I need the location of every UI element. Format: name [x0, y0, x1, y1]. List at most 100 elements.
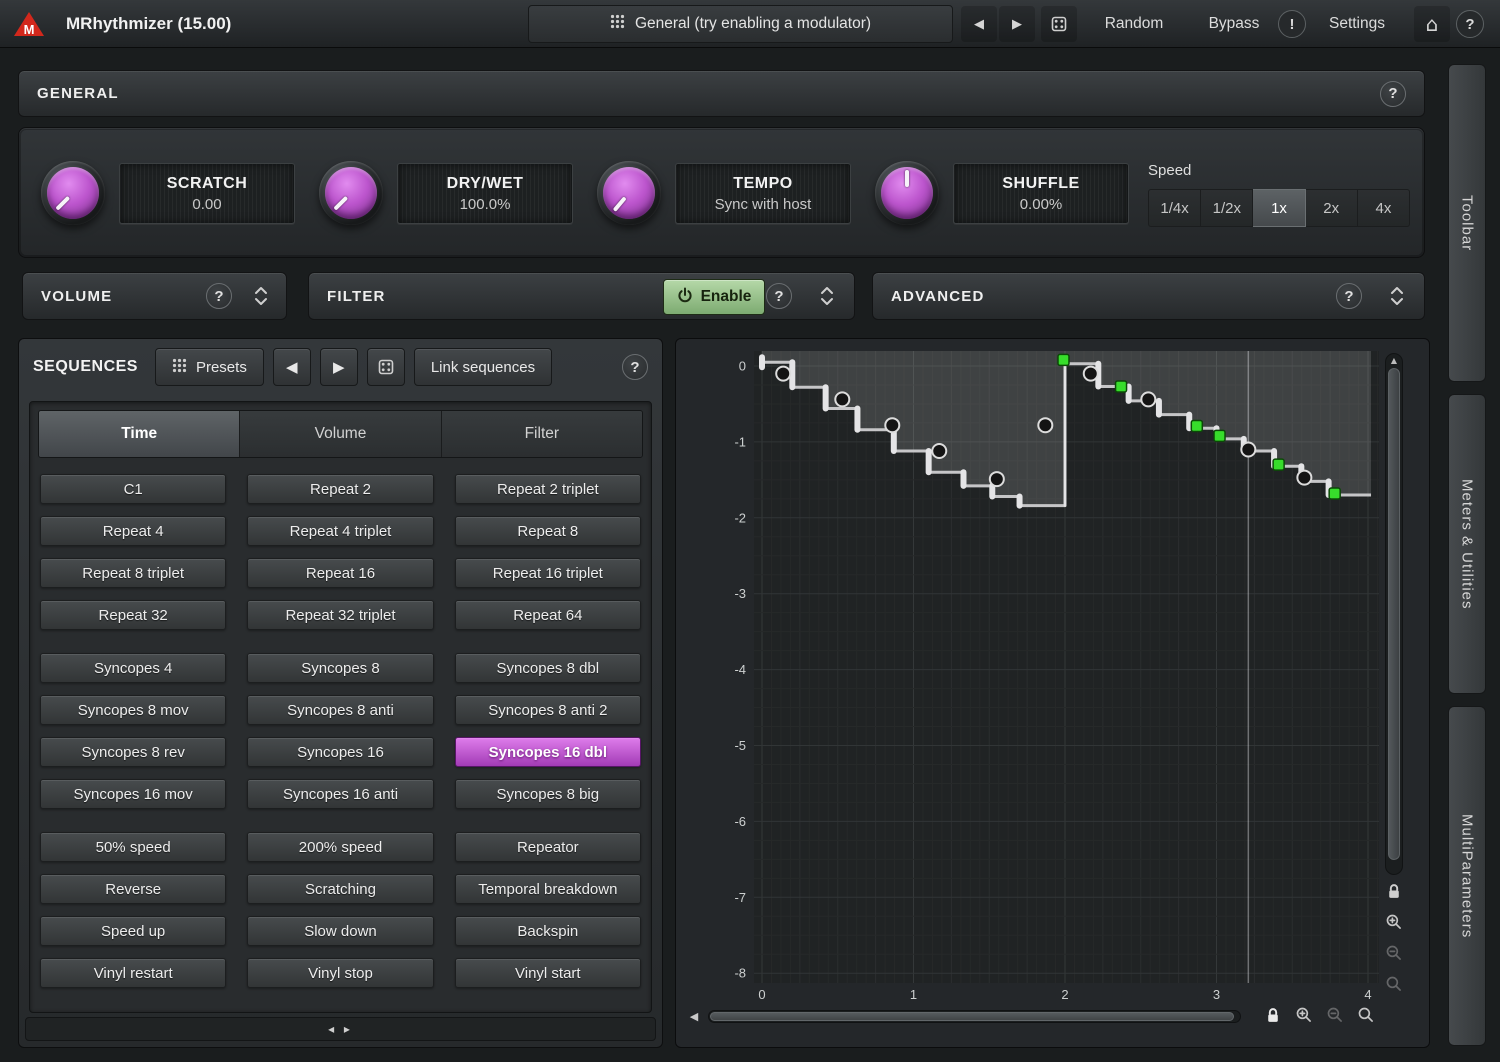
zoom-out-vertical-icon[interactable]: [1382, 941, 1406, 965]
general-help-button[interactable]: ?: [1380, 81, 1406, 107]
bypass-button[interactable]: Bypass: [1196, 6, 1272, 42]
sequence-preset-repeat-64[interactable]: Repeat 64: [455, 600, 641, 630]
graph-vscrollbar[interactable]: ▲: [1385, 353, 1403, 875]
sequence-preset-repeat-8-triplet[interactable]: Repeat 8 triplet: [40, 558, 226, 588]
zoom-out-horizontal-icon[interactable]: [1323, 1003, 1347, 1027]
vscroll-thumb[interactable]: [1388, 368, 1400, 860]
sequence-preset-repeat-2-triplet[interactable]: Repeat 2 triplet: [455, 474, 641, 504]
help-button[interactable]: ?: [1456, 10, 1484, 38]
tab-volume[interactable]: Volume: [240, 411, 441, 457]
sequence-preset-syncopes-16-dbl[interactable]: Syncopes 16 dbl: [455, 737, 641, 767]
drywet-knob[interactable]: [319, 161, 383, 225]
sequence-preset-syncopes-16-mov[interactable]: Syncopes 16 mov: [40, 779, 226, 809]
sequence-preset-temporal-breakdown[interactable]: Temporal breakdown: [455, 874, 641, 904]
speed-option-2x[interactable]: 2x: [1306, 189, 1358, 227]
sequences-next-button[interactable]: ▶: [320, 348, 358, 386]
volume-section-header[interactable]: VOLUME ?: [22, 272, 287, 320]
volume-collapse-control[interactable]: [250, 284, 272, 308]
sequence-preset-syncopes-8-rev[interactable]: Syncopes 8 rev: [40, 737, 226, 767]
filter-section-header[interactable]: FILTER Enable ?: [308, 272, 855, 320]
home-icon[interactable]: ⌂: [1414, 6, 1450, 42]
sequences-hscrollbar[interactable]: ◂ ▸: [25, 1017, 656, 1041]
drywet-display[interactable]: DRY/WET 100.0%: [397, 163, 573, 224]
sequence-preset-repeat-4-triplet[interactable]: Repeat 4 triplet: [247, 516, 433, 546]
scratch-knob[interactable]: [41, 161, 105, 225]
filter-help-button[interactable]: ?: [766, 283, 792, 309]
tempo-display[interactable]: TEMPO Sync with host: [675, 163, 851, 224]
speed-option-1x[interactable]: 1x: [1253, 189, 1305, 227]
speed-option-4x[interactable]: 4x: [1358, 189, 1410, 227]
sequence-preset-vinyl-restart[interactable]: Vinyl restart: [40, 958, 226, 988]
sequence-preset-repeator[interactable]: Repeator: [455, 832, 641, 862]
speed-option-14x[interactable]: 1/4x: [1148, 189, 1201, 227]
tab-multiparameters[interactable]: MultiParameters: [1448, 706, 1486, 1046]
sequence-preset-repeat-16-triplet[interactable]: Repeat 16 triplet: [455, 558, 641, 588]
sequence-preset-200-speed[interactable]: 200% speed: [247, 832, 433, 862]
scratch-display[interactable]: SCRATCH 0.00: [119, 163, 295, 224]
zoom-reset-icon[interactable]: [1354, 1003, 1378, 1027]
hscroll-thumb[interactable]: [710, 1012, 1234, 1021]
random-preset-dice-icon[interactable]: [1041, 6, 1077, 42]
tab-time[interactable]: Time: [39, 411, 240, 457]
sequences-presets-button[interactable]: Presets: [155, 348, 264, 386]
panic-exclamation-button[interactable]: !: [1278, 10, 1306, 38]
sequence-preset-repeat-32[interactable]: Repeat 32: [40, 600, 226, 630]
sequence-preset-syncopes-16-anti[interactable]: Syncopes 16 anti: [247, 779, 433, 809]
shuffle-knob[interactable]: [875, 161, 939, 225]
preset-selector[interactable]: General (try enabling a modulator): [528, 5, 953, 43]
shuffle-display[interactable]: SHUFFLE 0.00%: [953, 163, 1129, 224]
zoom-fit-vertical-icon[interactable]: [1382, 972, 1406, 996]
filter-enable-button[interactable]: Enable: [663, 279, 765, 315]
sequence-preset-backspin[interactable]: Backspin: [455, 916, 641, 946]
graph-hscrollbar[interactable]: [708, 1010, 1241, 1023]
speed-option-12x[interactable]: 1/2x: [1201, 189, 1253, 227]
random-button[interactable]: Random: [1090, 6, 1178, 42]
sequences-prev-button[interactable]: ◀: [273, 348, 311, 386]
sequence-preset-scratching[interactable]: Scratching: [247, 874, 433, 904]
filter-collapse-control[interactable]: [816, 284, 838, 308]
scroll-up-icon[interactable]: ▲: [1386, 356, 1402, 365]
sequences-random-dice-icon[interactable]: [367, 348, 405, 386]
sequence-preset-syncopes-4[interactable]: Syncopes 4: [40, 653, 226, 683]
sequence-preset-repeat-32-triplet[interactable]: Repeat 32 triplet: [247, 600, 433, 630]
sequence-preset-syncopes-8-big[interactable]: Syncopes 8 big: [455, 779, 641, 809]
sequence-preset-repeat-16[interactable]: Repeat 16: [247, 558, 433, 588]
sequence-preset-vinyl-stop[interactable]: Vinyl stop: [247, 958, 433, 988]
zoom-in-horizontal-icon[interactable]: [1292, 1003, 1316, 1027]
advanced-collapse-control[interactable]: [1386, 284, 1408, 308]
sequence-preset-syncopes-8-anti-2[interactable]: Syncopes 8 anti 2: [455, 695, 641, 725]
link-sequences-button[interactable]: Link sequences: [414, 348, 552, 386]
sequences-help-button[interactable]: ?: [622, 354, 648, 380]
next-preset-button[interactable]: ▶: [999, 6, 1035, 42]
sequence-preset-syncopes-16[interactable]: Syncopes 16: [247, 737, 433, 767]
previous-preset-button[interactable]: ◀: [961, 6, 997, 42]
tab-toolbar[interactable]: Toolbar: [1448, 64, 1486, 382]
sequence-preset-c1[interactable]: C1: [40, 474, 226, 504]
sequence-preset-vinyl-start[interactable]: Vinyl start: [455, 958, 641, 988]
tab-filter[interactable]: Filter: [442, 411, 642, 457]
advanced-help-button[interactable]: ?: [1336, 283, 1362, 309]
graph-scroll-left-button[interactable]: ◀: [684, 1006, 704, 1026]
sequence-preset-syncopes-8-mov[interactable]: Syncopes 8 mov: [40, 695, 226, 725]
sequence-preset-syncopes-8[interactable]: Syncopes 8: [247, 653, 433, 683]
sequence-preset-repeat-8[interactable]: Repeat 8: [455, 516, 641, 546]
zoom-in-vertical-icon[interactable]: [1382, 910, 1406, 934]
advanced-section-header[interactable]: ADVANCED ?: [872, 272, 1425, 320]
sequence-preset-slow-down[interactable]: Slow down: [247, 916, 433, 946]
lock-vertical-icon[interactable]: [1382, 879, 1406, 903]
sequence-step-editor[interactable]: 0-1-2-3-4-5-6-7-801234: [676, 339, 1430, 1048]
sequence-preset-repeat-4[interactable]: Repeat 4: [40, 516, 226, 546]
sequence-preset-syncopes-8-anti[interactable]: Syncopes 8 anti: [247, 695, 433, 725]
sequence-preset-reverse[interactable]: Reverse: [40, 874, 226, 904]
sequence-preset-50-speed[interactable]: 50% speed: [40, 832, 226, 862]
sequence-preset-speed-up[interactable]: Speed up: [40, 916, 226, 946]
volume-help-button[interactable]: ?: [206, 283, 232, 309]
lock-horizontal-icon[interactable]: [1261, 1003, 1285, 1027]
tab-meters-utilities[interactable]: Meters & Utilities: [1448, 394, 1486, 694]
tempo-knob[interactable]: [597, 161, 661, 225]
settings-button[interactable]: Settings: [1316, 6, 1398, 42]
general-section-header[interactable]: GENERAL ?: [18, 70, 1425, 117]
melda-logo-icon[interactable]: M: [12, 10, 46, 38]
sequence-preset-syncopes-8-dbl[interactable]: Syncopes 8 dbl: [455, 653, 641, 683]
sequence-preset-repeat-2[interactable]: Repeat 2: [247, 474, 433, 504]
